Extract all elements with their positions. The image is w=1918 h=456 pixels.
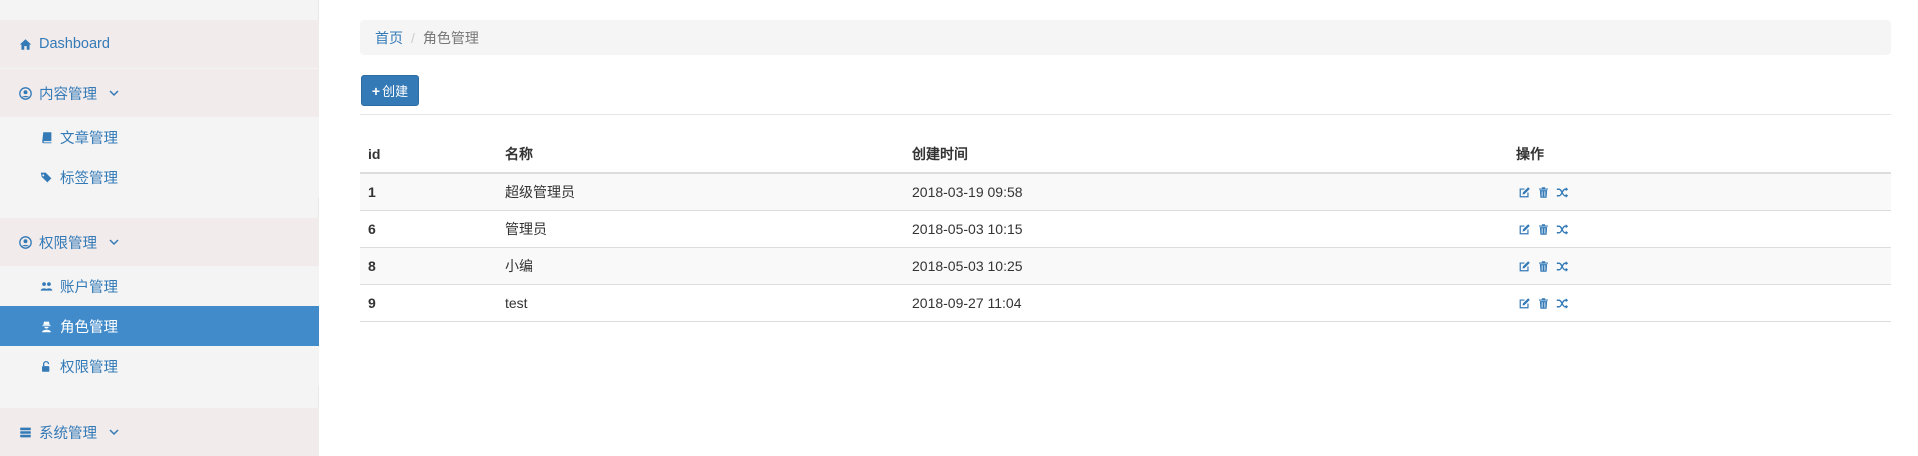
cell-actions <box>1516 248 1573 284</box>
cell-id: 1 <box>368 184 376 200</box>
random-icon <box>1556 186 1569 199</box>
sidebar-item-permissions[interactable]: 权限管理 <box>0 346 319 386</box>
sidebar-item-permission-group[interactable]: 权限管理 <box>0 218 319 266</box>
table-row: 9 test 2018-09-27 11:04 <box>360 285 1891 322</box>
table-row: 6 管理员 2018-05-03 10:15 <box>360 211 1891 248</box>
sidebar-item-dashboard[interactable]: Dashboard <box>0 20 319 68</box>
cell-created: 2018-03-19 09:58 <box>912 184 1023 200</box>
trash-icon <box>1537 260 1550 273</box>
random-icon <box>1556 223 1569 236</box>
sidebar-item-roles[interactable]: 角色管理 <box>0 306 319 346</box>
breadcrumb-home-link[interactable]: 首页 <box>375 28 403 48</box>
cell-created: 2018-05-03 10:25 <box>912 258 1023 274</box>
table-row: 1 超级管理员 2018-03-19 09:58 <box>360 174 1891 211</box>
assign-permissions-button[interactable] <box>1554 295 1570 311</box>
divider <box>360 114 1891 115</box>
cell-created: 2018-09-27 11:04 <box>912 295 1022 311</box>
column-header-name: 名称 <box>505 145 533 162</box>
assign-permissions-button[interactable] <box>1554 221 1570 237</box>
edit-icon <box>1518 297 1531 310</box>
home-icon <box>17 36 33 52</box>
cell-name: test <box>505 295 528 311</box>
breadcrumb-separator: / <box>411 29 415 46</box>
delete-button[interactable] <box>1535 184 1551 200</box>
cell-name: 管理员 <box>505 221 547 237</box>
roles-table: id 名称 创建时间 操作 1 超级管理员 2018-03-19 09:58 6 管理员… <box>360 135 1891 322</box>
sidebar-item-label: 内容管理 <box>39 86 97 103</box>
delete-button[interactable] <box>1535 295 1551 311</box>
unlock-icon <box>38 358 54 374</box>
table-row: 8 小编 2018-05-03 10:25 <box>360 248 1891 285</box>
cell-actions <box>1516 211 1573 247</box>
trash-icon <box>1537 297 1550 310</box>
sidebar-item-accounts[interactable]: 账户管理 <box>0 266 319 306</box>
sidebar-item-label: 角色管理 <box>60 319 118 336</box>
tags-icon <box>38 169 54 185</box>
user-circle-icon <box>17 234 33 250</box>
column-header-created: 创建时间 <box>912 145 968 162</box>
cell-name: 超级管理员 <box>505 184 575 200</box>
edit-button[interactable] <box>1516 184 1532 200</box>
edit-button[interactable] <box>1516 221 1532 237</box>
sidebar-item-label: 文章管理 <box>60 130 118 147</box>
sidebar-item-label: 权限管理 <box>39 235 97 252</box>
column-header-id: id <box>368 145 381 162</box>
cell-id: 9 <box>368 295 376 311</box>
table-header-row: id 名称 创建时间 操作 <box>360 135 1891 174</box>
sidebar-item-articles[interactable]: 文章管理 <box>0 117 319 157</box>
delete-button[interactable] <box>1535 221 1551 237</box>
user-secret-icon <box>38 318 54 334</box>
assign-permissions-button[interactable] <box>1554 258 1570 274</box>
create-button-label: 创建 <box>382 84 409 99</box>
sidebar-item-label: 系统管理 <box>39 425 97 442</box>
sidebar-item-system[interactable]: 系统管理 <box>0 408 319 456</box>
column-header-actions: 操作 <box>1516 145 1544 162</box>
sidebar-item-tags[interactable]: 标签管理 <box>0 157 319 197</box>
table-body: 1 超级管理员 2018-03-19 09:58 6 管理员 2018-05-03 10:… <box>360 174 1891 322</box>
breadcrumb-current: 角色管理 <box>422 29 479 46</box>
cell-actions <box>1516 285 1573 321</box>
random-icon <box>1556 260 1569 273</box>
edit-icon <box>1518 260 1531 273</box>
chevron-down-icon <box>107 235 121 249</box>
delete-button[interactable] <box>1535 258 1551 274</box>
edit-button[interactable] <box>1516 295 1532 311</box>
create-button[interactable]: + 创建 <box>361 75 419 106</box>
cell-name: 小编 <box>505 258 533 274</box>
sidebar-item-label: 账户管理 <box>60 279 118 296</box>
sidebar-item-label: Dashboard <box>39 36 110 52</box>
sidebar-item-label: 权限管理 <box>60 359 118 376</box>
cell-actions <box>1516 174 1573 210</box>
trash-icon <box>1537 186 1550 199</box>
trash-icon <box>1537 223 1550 236</box>
edit-icon <box>1518 223 1531 236</box>
user-circle-icon <box>17 85 33 101</box>
sidebar-item-label: 标签管理 <box>60 170 118 187</box>
sidebar-item-content-management[interactable]: 内容管理 <box>0 69 319 117</box>
cell-id: 8 <box>368 258 376 274</box>
server-icon <box>17 424 33 440</box>
chevron-down-icon <box>107 86 121 100</box>
edit-icon <box>1518 186 1531 199</box>
cell-created: 2018-05-03 10:15 <box>912 221 1023 237</box>
users-icon <box>38 278 54 294</box>
random-icon <box>1556 297 1569 310</box>
chevron-down-icon <box>107 425 121 439</box>
assign-permissions-button[interactable] <box>1554 184 1570 200</box>
cell-id: 6 <box>368 221 376 237</box>
book-icon <box>38 129 54 145</box>
plus-icon: + <box>371 82 381 99</box>
sidebar: Dashboard 内容管理 文章管理 标签管理 权限管理 账户管理 角色管理 … <box>0 0 319 456</box>
edit-button[interactable] <box>1516 258 1532 274</box>
breadcrumb: 首页 / 角色管理 <box>360 20 1891 55</box>
